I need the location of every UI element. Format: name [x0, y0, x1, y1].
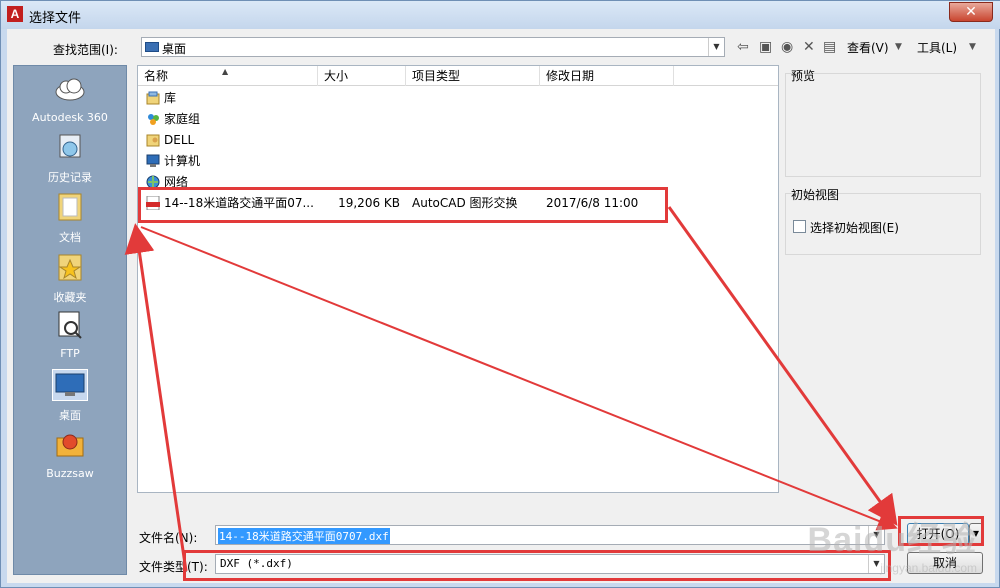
- new-folder-icon[interactable]: ▤: [823, 37, 836, 57]
- filename-field[interactable]: 14--18米道路交通平面0707.dxf ▼: [215, 525, 885, 545]
- buzzsaw-icon: [56, 434, 84, 457]
- file-name: DELL: [164, 133, 195, 147]
- place-desktop[interactable]: 桌面: [14, 369, 126, 423]
- desktop-icon: [145, 42, 159, 52]
- place-label: 收藏夹: [53, 291, 87, 304]
- cloud-icon: [55, 78, 85, 101]
- initial-view-checkbox[interactable]: [793, 220, 806, 233]
- search-web-icon[interactable]: ◉: [781, 37, 793, 57]
- filename-label: 文件名(N):: [139, 531, 198, 545]
- annotation-box-file: [138, 187, 668, 223]
- column-size[interactable]: 大小: [318, 66, 406, 86]
- watermark-brand: Baidu经验: [807, 521, 977, 559]
- column-date[interactable]: 修改日期: [540, 66, 674, 86]
- column-type[interactable]: 项目类型: [406, 66, 540, 86]
- file-row[interactable]: 家庭组: [138, 109, 778, 129]
- sort-ascending-icon: ▲: [222, 67, 229, 76]
- place-label: 文档: [59, 231, 81, 244]
- up-folder-icon[interactable]: ▣: [759, 37, 772, 57]
- lookin-dropdown[interactable]: 桌面 ▼: [141, 37, 725, 57]
- documents-icon: [58, 193, 82, 221]
- homegroup-icon: [148, 114, 159, 125]
- preview-label: 预览: [791, 69, 816, 83]
- place-autodesk-360[interactable]: Autodesk 360: [14, 74, 126, 124]
- file-row[interactable]: 库: [138, 88, 778, 108]
- place-ftp[interactable]: FTP: [14, 310, 126, 360]
- autocad-app-icon: A: [7, 6, 23, 22]
- file-dialog-window: A 选择文件 ✕ 查找范围(I): 桌面 ▼ ⇦ ▣ ◉ ✕ ▤ 查看(V) ▼…: [0, 0, 1000, 588]
- column-name[interactable]: 名称 ▲: [138, 66, 318, 86]
- place-label: 桌面: [59, 409, 81, 422]
- place-favorites[interactable]: 收藏夹: [14, 252, 126, 305]
- file-name: 计算机: [164, 154, 201, 168]
- tools-menu[interactable]: 工具(L): [917, 39, 957, 56]
- places-bar: Autodesk 360 历史记录 文档 收藏夹 FTP 桌面 Buzzsaw: [13, 65, 127, 575]
- file-list-header: 名称 ▲ 大小 项目类型 修改日期: [138, 66, 778, 86]
- place-history[interactable]: 历史记录: [14, 132, 126, 185]
- place-buzzsaw[interactable]: Buzzsaw: [14, 430, 126, 480]
- place-label: Buzzsaw: [46, 467, 94, 480]
- column-name-label: 名称: [144, 69, 169, 83]
- dialog-body: 查找范围(I): 桌面 ▼ ⇦ ▣ ◉ ✕ ▤ 查看(V) ▼ 工具(L) ▼ …: [7, 29, 995, 583]
- computer-icon: [146, 154, 160, 167]
- ftp-icon: [58, 311, 82, 339]
- close-button[interactable]: ✕: [949, 2, 993, 22]
- delete-icon[interactable]: ✕: [803, 37, 815, 57]
- title-bar: A 选择文件 ✕: [1, 1, 1000, 29]
- file-name: 库: [164, 91, 177, 105]
- back-icon[interactable]: ⇦: [737, 37, 749, 57]
- file-list: 名称 ▲ 大小 项目类型 修改日期 库 家庭组 DELL 计算机 网络 14--…: [137, 65, 779, 493]
- lookin-label: 查找范围(I):: [53, 43, 118, 57]
- file-row[interactable]: DELL: [138, 130, 778, 150]
- view-dropdown-icon[interactable]: ▼: [895, 37, 902, 57]
- initial-view-checkbox-label[interactable]: 选择初始视图(E): [810, 219, 899, 236]
- place-label: Autodesk 360: [32, 111, 108, 124]
- lookin-value: 桌面: [162, 42, 187, 56]
- annotation-box-filetype: [183, 550, 891, 581]
- baidu-watermark: Baidu经验 jingyan.baidu.com: [808, 512, 977, 575]
- view-menu[interactable]: 查看(V): [847, 39, 889, 56]
- chevron-down-icon[interactable]: ▼: [708, 38, 724, 56]
- library-icon: [146, 91, 160, 105]
- favorites-icon: [58, 254, 82, 281]
- place-label: FTP: [60, 347, 80, 360]
- filename-value: 14--18米道路交通平面0707.dxf: [218, 528, 390, 544]
- window-title: 选择文件: [29, 11, 82, 26]
- desktop-icon: [52, 369, 88, 401]
- file-row[interactable]: 计算机: [138, 151, 778, 171]
- place-documents[interactable]: 文档: [14, 192, 126, 245]
- initial-view-label: 初始视图: [791, 188, 840, 202]
- file-name: 家庭组: [164, 112, 201, 126]
- tools-dropdown-icon[interactable]: ▼: [969, 37, 976, 57]
- history-icon: [59, 134, 81, 158]
- watermark-url: jingyan.baidu.com: [880, 561, 977, 575]
- preview-pane: [785, 73, 981, 177]
- user-folder-icon: [146, 134, 160, 147]
- place-label: 历史记录: [48, 171, 92, 184]
